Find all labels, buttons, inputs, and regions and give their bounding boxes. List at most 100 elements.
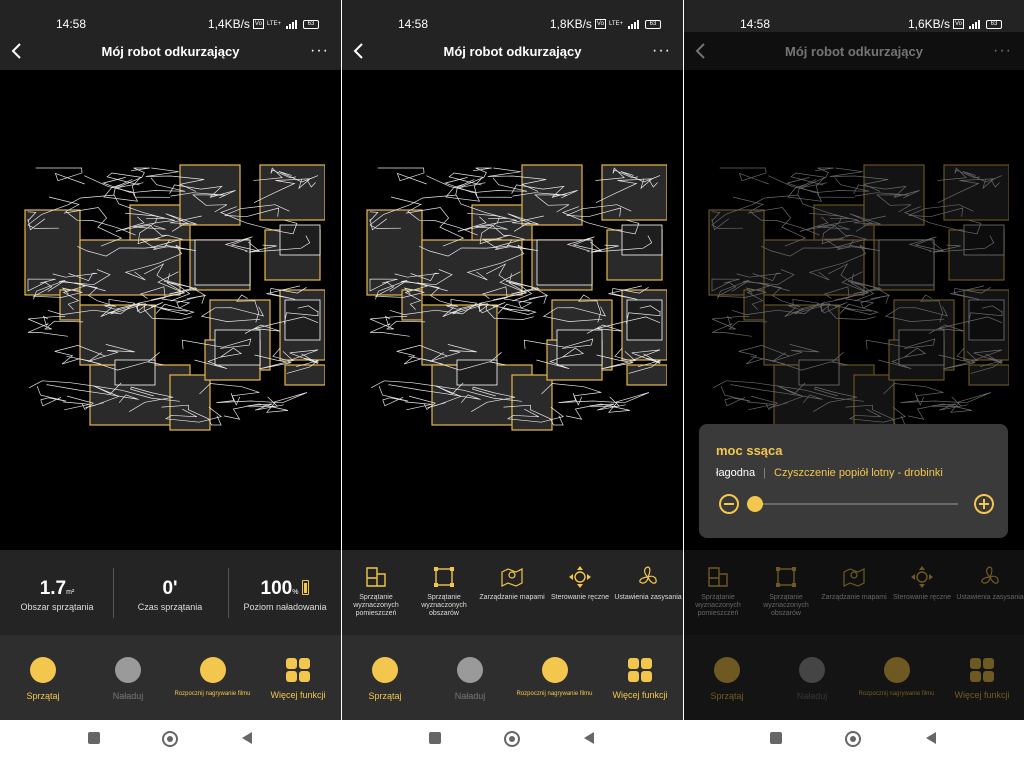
cleaning-path [35, 167, 85, 185]
battery-icon: 63 [986, 19, 1002, 29]
cleaning-path [448, 172, 513, 198]
charge-button[interactable]: Naładuj [105, 657, 151, 701]
map-obstacle [536, 239, 593, 286]
record-video-button[interactable]: Rozpocznij nagrywanie filmu [170, 657, 255, 697]
suction-slider-track[interactable] [753, 503, 958, 505]
recent-apps-icon[interactable] [88, 732, 100, 744]
cleaning-map[interactable] [20, 150, 325, 435]
manual-control-button[interactable]: Sterowanie ręczne [546, 564, 614, 602]
status-time: 14:58 [740, 17, 771, 31]
map-room [601, 164, 667, 221]
recent-apps-icon[interactable] [429, 732, 441, 744]
lte-label: LTE+ [266, 21, 281, 27]
map-obstacle [279, 224, 321, 256]
map-room [59, 289, 81, 321]
play-icon [541, 657, 568, 683]
map-room [511, 374, 553, 431]
record-video-button[interactable]: Rozpocznij nagrywanie filmu [512, 657, 597, 697]
cleaning-path [84, 175, 139, 202]
cleaning-path [503, 295, 548, 309]
rooms-cleaning-button[interactable]: Sprzątanie wyznaczonych pomieszczeń [342, 564, 410, 618]
map-obstacle [456, 359, 498, 386]
map-room [401, 289, 423, 321]
more-options-button[interactable]: ··· [310, 42, 329, 60]
separator: | [763, 467, 767, 479]
cleaning-path [36, 385, 67, 407]
home-icon[interactable] [504, 731, 520, 747]
stat-battery: 100% Poziom naładowania [243, 578, 327, 612]
lte-label: LTE+ [608, 21, 623, 27]
page-title: Mój robot odkurzający [443, 44, 582, 59]
battery-icon: 63 [645, 19, 661, 29]
signal-icon [969, 19, 980, 29]
cleaning-path [378, 385, 409, 407]
stat-area: 1.7m² Obszar sprzątania [20, 578, 94, 612]
home-icon[interactable] [845, 731, 861, 747]
back-nav-icon[interactable] [584, 732, 594, 744]
dock-icon [457, 657, 483, 683]
bottom-action-bar: Sprzątaj Naładuj Rozpocznij nagrywanie f… [0, 635, 341, 720]
map-obstacle [556, 329, 603, 366]
clean-button[interactable]: Sprzątaj [364, 657, 406, 701]
map-room [421, 304, 498, 366]
map-obstacle [621, 224, 663, 256]
status-speed: 1,4KB/s [207, 17, 250, 31]
more-functions-button[interactable]: Więcej funkcji [270, 657, 326, 700]
recent-apps-icon[interactable] [770, 732, 782, 744]
title-bar: Mój robot odkurzający ··· [342, 32, 683, 70]
map-room [24, 209, 81, 296]
zone-cleaning-button[interactable]: Sprzątanie wyznaczonych obszarów [410, 564, 478, 618]
status-time: 14:58 [398, 17, 429, 31]
status-bar: 14:58 1,6KB/s Vo 63 [684, 0, 1024, 32]
screen-suction-dialog: 14:58 1,6KB/s Vo 63 Mój robot odkurzając… [684, 0, 1024, 720]
suction-description: Czyszczenie popiół lotny - drobinki [774, 467, 943, 479]
dock-icon [115, 657, 141, 683]
cleaning-path [106, 172, 171, 198]
volte-icon: Vo [252, 19, 264, 29]
volte-icon: Vo [952, 19, 964, 29]
battery-level-icon [302, 580, 310, 595]
system-nav-bar [0, 720, 1024, 759]
battery-icon: 63 [303, 19, 319, 29]
grid-icon [286, 658, 310, 682]
bottom-action-bar: Sprzątaj Naładuj Rozpocznij nagrywanie f… [342, 635, 683, 720]
robot-clean-icon [30, 657, 56, 683]
stats-panel: 1.7m² Obszar sprzątania 0' Czas sprzątan… [0, 550, 341, 635]
map-obstacle [194, 239, 251, 286]
cleaning-path [377, 167, 427, 185]
map-obstacle [114, 359, 156, 386]
cleaning-path [216, 392, 308, 404]
clean-button[interactable]: Sprzątaj [22, 657, 64, 701]
back-nav-icon[interactable] [242, 732, 252, 744]
stat-time: 0' Czas sprzątania [137, 578, 203, 612]
charge-button[interactable]: Naładuj [447, 657, 493, 701]
more-options-button[interactable]: ··· [652, 42, 671, 60]
map-room [79, 304, 156, 366]
map-room [169, 374, 211, 431]
function-panel: Sprzątanie wyznaczonych pomieszczeń Sprz… [342, 550, 683, 635]
dialog-title: moc ssąca [716, 443, 783, 458]
decrease-power-button[interactable] [719, 494, 739, 514]
modal-backdrop[interactable] [684, 32, 1024, 720]
map-pin-icon [501, 568, 523, 587]
cleaning-path [62, 395, 94, 411]
robot-clean-icon [372, 657, 398, 683]
cleaning-map[interactable] [362, 150, 667, 435]
joystick-icon [569, 566, 591, 588]
increase-power-button[interactable] [974, 494, 994, 514]
home-icon[interactable] [162, 731, 178, 747]
divider [113, 568, 114, 618]
suction-slider-knob[interactable] [747, 496, 763, 512]
rooms-icon [366, 567, 386, 587]
screen-main-stats: 14:58 1,4KB/s Vo LTE+ 63 Mój robot odkur… [0, 0, 341, 720]
map-room [366, 209, 423, 296]
status-bar: 14:58 1,4KB/s Vo LTE+ 63 [0, 0, 341, 32]
status-speed: 1,8KB/s [549, 17, 592, 31]
cleaning-path [155, 303, 195, 315]
cleaning-path [443, 177, 528, 194]
status-bar: 14:58 1,8KB/s Vo LTE+ 63 [342, 0, 683, 32]
back-nav-icon[interactable] [926, 732, 936, 744]
more-functions-button[interactable]: Więcej funkcji [612, 657, 668, 700]
suction-settings-button[interactable]: Ustawienia zasysania [614, 564, 682, 602]
map-management-button[interactable]: Zarządzanie mapami [478, 564, 546, 602]
